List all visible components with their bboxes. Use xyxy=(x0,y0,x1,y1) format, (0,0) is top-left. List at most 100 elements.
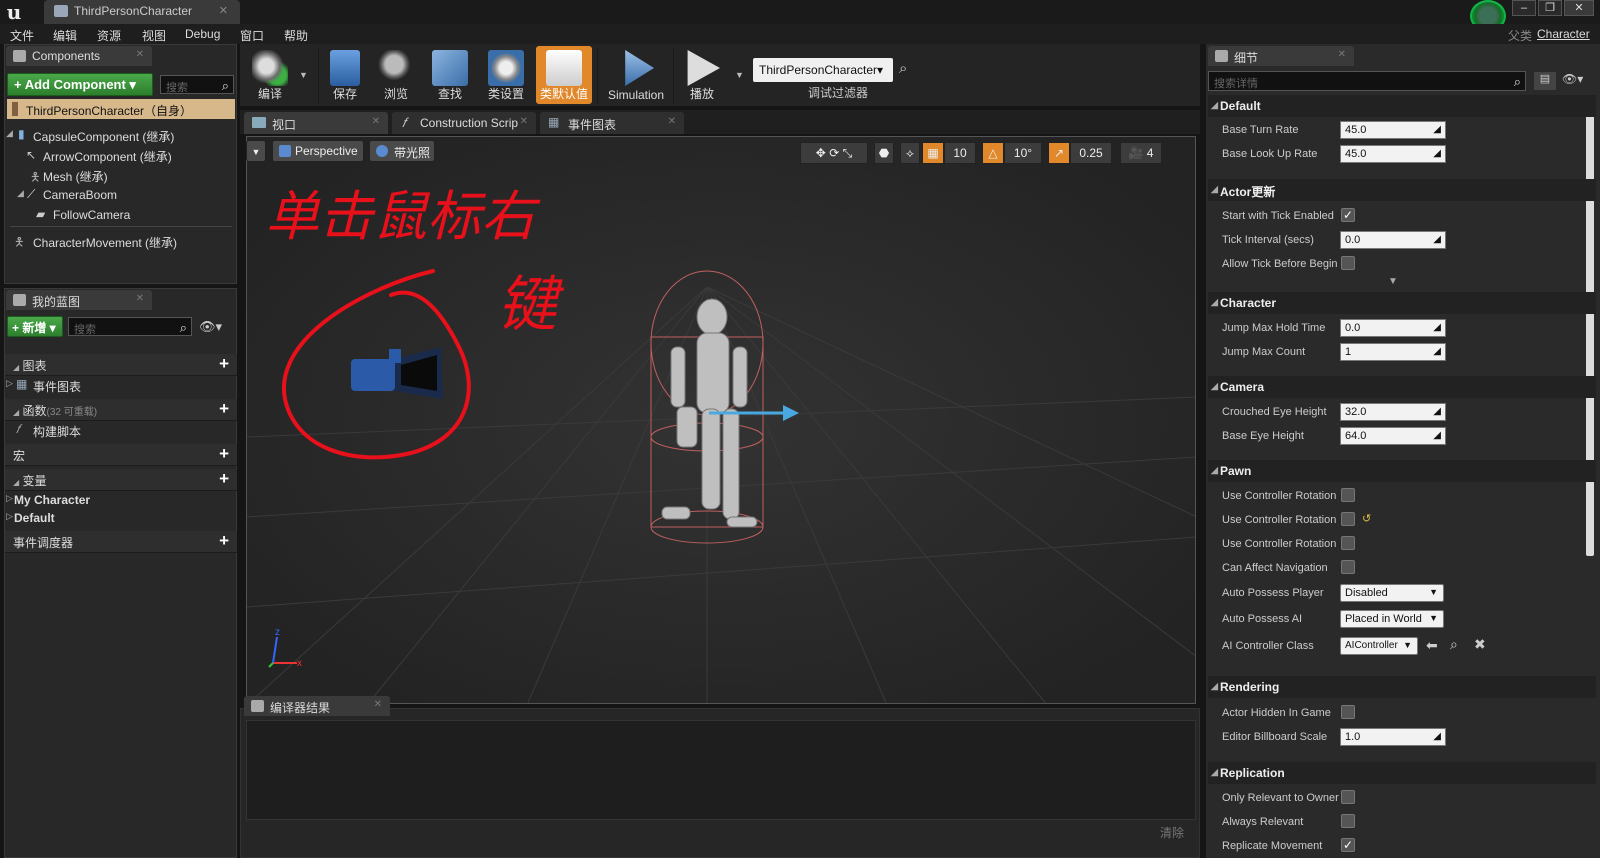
rotation-snap-toggle[interactable]: △ xyxy=(982,142,1004,164)
replicate-movement-checkbox[interactable]: ✓ xyxy=(1341,838,1355,852)
parent-class-link[interactable]: Character xyxy=(1537,27,1590,41)
scale-snap-value[interactable]: 0.25 xyxy=(1070,142,1112,164)
add-component-button[interactable]: + Add Component ▾ xyxy=(7,73,153,96)
construction-script-item[interactable]: 构建脚本 xyxy=(33,423,81,440)
surface-snap-toggle[interactable]: ⟡ xyxy=(900,142,920,164)
add-macro-icon[interactable]: + xyxy=(219,444,229,464)
menu-debug[interactable]: Debug xyxy=(185,27,220,41)
close-window-button[interactable]: ✕ xyxy=(1564,0,1594,16)
document-tab[interactable]: ThirdPersonCharacter ✕ xyxy=(44,0,240,24)
close-icon[interactable]: ✕ xyxy=(136,49,144,60)
crouched-eye-height-field[interactable]: 32.0 ◢ xyxy=(1340,403,1446,421)
browse-search-icon[interactable]: ⌕ xyxy=(1450,636,1458,653)
section-pawn[interactable]: ◢ Pawn xyxy=(1208,460,1596,482)
view-options-eye-icon[interactable]: 👁▾ xyxy=(1562,72,1583,86)
close-icon[interactable]: ✕ xyxy=(219,4,228,17)
menu-edit[interactable]: 编辑 xyxy=(53,27,77,44)
expand-arrow-icon[interactable]: ▷ xyxy=(6,493,13,504)
tab-construction-script[interactable]: 𝑓 Construction Scrip ✕ xyxy=(392,112,536,134)
jump-max-count-field[interactable]: 1 ◢ xyxy=(1340,343,1446,361)
rotation-snap-value[interactable]: 10° xyxy=(1004,142,1042,164)
browse-button[interactable]: 浏览 xyxy=(372,46,420,104)
play-options-chevron-icon[interactable]: ▼ xyxy=(735,70,744,80)
grid-snap-toggle[interactable]: ▦ xyxy=(922,142,944,164)
event-graph-item[interactable]: 事件图表 xyxy=(33,378,81,395)
components-tab[interactable]: Components ✕ xyxy=(6,46,152,66)
scale-snap-toggle[interactable]: ↗ xyxy=(1048,142,1070,164)
debug-search-icon[interactable]: ⌕ xyxy=(899,60,907,77)
editor-billboard-scale-field[interactable]: 1.0 ◢ xyxy=(1340,728,1446,746)
add-graph-icon[interactable]: + xyxy=(219,354,229,374)
section-character[interactable]: ◢ Character xyxy=(1208,292,1596,314)
expand-arrow-icon[interactable]: ▷ xyxy=(6,511,13,522)
close-icon[interactable]: ✕ xyxy=(372,116,380,127)
auto-possess-ai-select[interactable]: Placed in World ▼ xyxy=(1340,610,1444,628)
base-turn-rate-field[interactable]: 45.0 ◢ xyxy=(1340,121,1446,139)
actor-hidden-in-game-checkbox[interactable] xyxy=(1341,705,1355,719)
allow-tick-checkbox[interactable] xyxy=(1341,256,1355,270)
section-replication[interactable]: ◢ Replication xyxy=(1208,762,1596,784)
menu-asset[interactable]: 资源 xyxy=(97,27,121,44)
menu-file[interactable]: 文件 xyxy=(10,27,34,44)
blueprint-search-input[interactable]: 搜索 ⌕ xyxy=(68,317,192,336)
lit-mode-button[interactable]: 带光照 xyxy=(369,140,435,162)
base-look-up-rate-field[interactable]: 45.0 ◢ xyxy=(1340,145,1446,163)
menu-view[interactable]: 视图 xyxy=(142,27,166,44)
close-icon[interactable]: ✕ xyxy=(520,116,528,127)
find-button[interactable]: 查找 xyxy=(424,46,476,104)
components-search-input[interactable]: 搜索 ⌕ xyxy=(160,75,234,94)
variable-category[interactable]: Default xyxy=(14,511,55,525)
dispatchers-section[interactable]: 事件调度器 + xyxy=(5,531,237,553)
close-icon[interactable]: ✕ xyxy=(136,293,144,304)
menu-help[interactable]: 帮助 xyxy=(284,27,308,44)
ai-controller-class-select[interactable]: AIController ▼ xyxy=(1340,637,1418,655)
my-blueprint-tab[interactable]: 我的蓝图 ✕ xyxy=(6,290,152,310)
component-item[interactable]: ArrowComponent (继承) xyxy=(43,148,172,165)
jump-max-hold-time-field[interactable]: 0.0 ◢ xyxy=(1340,319,1446,337)
clear-x-icon[interactable]: ✖ xyxy=(1474,636,1486,653)
details-scrollbar[interactable] xyxy=(1586,96,1594,556)
auto-possess-player-select[interactable]: Disabled ▼ xyxy=(1340,584,1444,602)
viewport[interactable]: 单击鼠标右 键 x z xyxy=(246,136,1196,704)
class-settings-button[interactable]: 类设置 xyxy=(480,46,532,104)
add-new-button[interactable]: + 新增 ▾ xyxy=(7,316,63,337)
add-variable-icon[interactable]: + xyxy=(219,469,229,489)
component-item[interactable]: Mesh (继承) xyxy=(43,168,108,185)
use-controller-rotation-yaw-checkbox[interactable] xyxy=(1341,512,1355,526)
tab-event-graph[interactable]: ▦ 事件图表 ✕ xyxy=(540,112,684,134)
compiler-results-tab[interactable]: 编译器结果 ✕ xyxy=(244,696,390,716)
section-rendering[interactable]: ◢ Rendering xyxy=(1208,676,1596,698)
simulation-button[interactable]: Simulation xyxy=(601,46,671,104)
close-icon[interactable]: ✕ xyxy=(1338,49,1346,60)
details-tab[interactable]: 细节 ✕ xyxy=(1208,46,1354,66)
component-item[interactable]: FollowCamera xyxy=(53,208,130,222)
start-tick-checkbox[interactable]: ✓ xyxy=(1341,208,1355,222)
debug-object-select[interactable]: ThirdPersonCharacter▾ xyxy=(753,58,893,82)
always-relevant-checkbox[interactable] xyxy=(1341,814,1355,828)
grid-snap-value[interactable]: 10 xyxy=(944,142,976,164)
save-button[interactable]: 保存 xyxy=(322,46,368,104)
use-selected-arrow-icon[interactable]: ⬅ xyxy=(1426,637,1438,654)
add-dispatcher-icon[interactable]: + xyxy=(219,531,229,551)
macros-section[interactable]: 宏 + xyxy=(5,444,237,466)
section-camera[interactable]: ◢ Camera xyxy=(1208,376,1596,398)
add-function-icon[interactable]: + xyxy=(219,399,229,419)
graphs-section[interactable]: ◢ 图表 + xyxy=(5,354,237,376)
use-controller-rotation-roll-checkbox[interactable] xyxy=(1341,536,1355,550)
details-search-input[interactable]: 搜索详情 ⌕ xyxy=(1208,71,1526,91)
functions-section[interactable]: ◢ 函数(32 可重载) + xyxy=(5,399,237,421)
compile-options-chevron-icon[interactable]: ▼ xyxy=(299,70,308,80)
play-button[interactable]: 播放 xyxy=(677,46,727,104)
base-eye-height-field[interactable]: 64.0 ◢ xyxy=(1340,427,1446,445)
advanced-expand-icon[interactable]: ▼ xyxy=(1388,276,1398,287)
expand-arrow-icon[interactable]: ◢ xyxy=(17,188,24,199)
expand-arrow-icon[interactable]: ◢ xyxy=(6,128,13,139)
tab-viewport[interactable]: 视口 ✕ xyxy=(244,112,388,134)
close-icon[interactable]: ✕ xyxy=(668,116,676,127)
world-local-toggle[interactable]: ⬣ xyxy=(874,142,894,164)
reset-to-default-icon[interactable]: ↺ xyxy=(1362,512,1371,525)
view-options-eye-icon[interactable]: 👁▾ xyxy=(199,319,222,335)
expand-arrow-icon[interactable]: ▷ xyxy=(6,378,13,389)
camera-speed-button[interactable]: 🎥 4 xyxy=(1120,142,1162,164)
clear-button[interactable]: 清除 xyxy=(1160,824,1184,841)
